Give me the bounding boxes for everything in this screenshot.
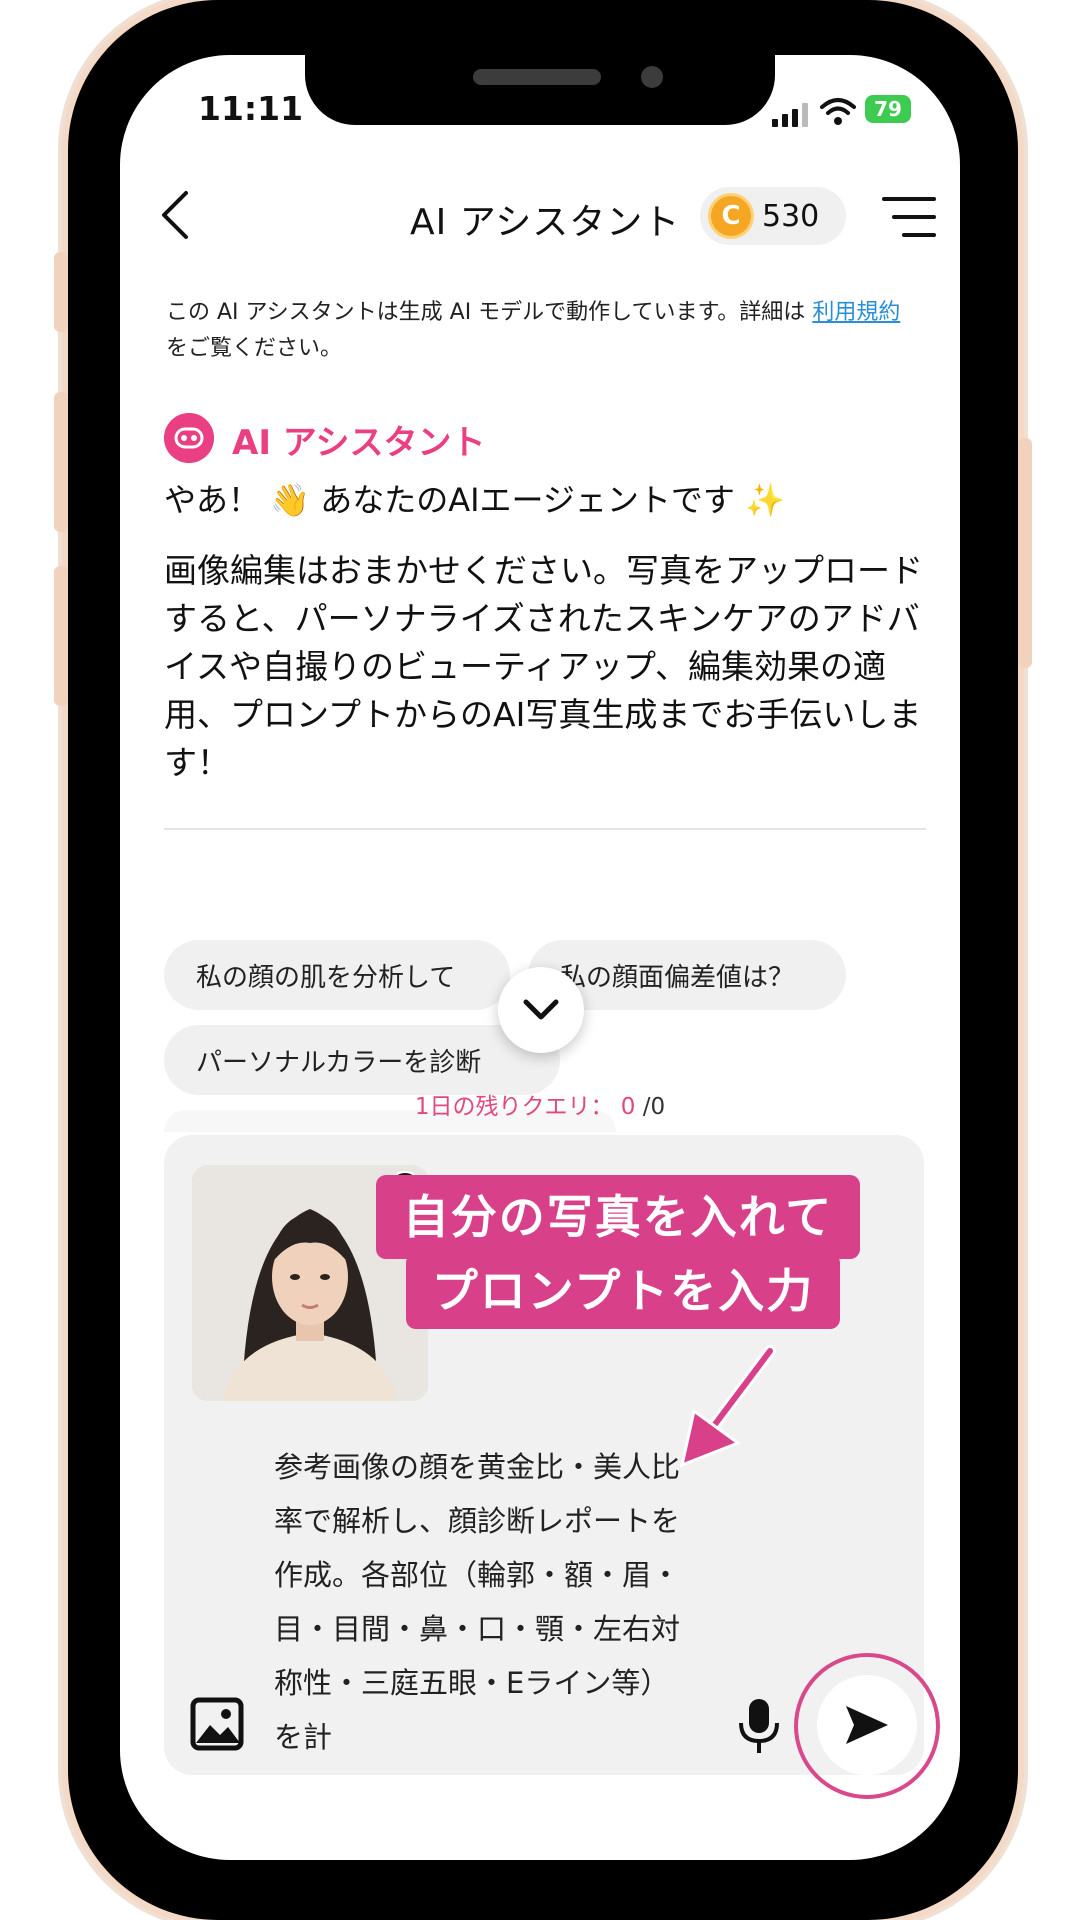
phone-screen: 11:11 79 AI アシスタント C 530 この AI アシスタントは生成…	[120, 55, 960, 1860]
suggestion-label: パーソナルカラーを診断	[196, 1047, 482, 1078]
disclaimer-text: この AI アシスタントは生成 AI モデルで動作しています。詳細は	[166, 300, 813, 325]
suggestion-chip-color[interactable]: パーソナルカラーを診断	[164, 1025, 560, 1095]
robot-icon	[164, 413, 214, 463]
speaker	[473, 69, 601, 85]
side-button-left-1	[54, 252, 68, 332]
battery-level: 79	[874, 97, 902, 121]
microphone-icon[interactable]	[737, 1697, 781, 1755]
wifi-icon	[820, 98, 856, 125]
coin-count: 530	[762, 198, 820, 234]
suggestion-label: 私の顔面偏差値は？	[560, 962, 795, 993]
callout-arrow	[679, 1345, 776, 1468]
send-button[interactable]	[817, 1675, 917, 1775]
assistant-greeting: やあ！ 👋 あなたのAIエージェントです ✨	[164, 481, 785, 519]
status-time: 11:11	[198, 89, 304, 128]
disclaimer: この AI アシスタントは生成 AI モデルで動作しています。詳細は 利用規約 …	[166, 295, 926, 367]
assistant-intro: 画像編集はおまかせください。写真をアップロードすると、パーソナライズされたスキン…	[164, 551, 923, 782]
battery-icon: 79	[865, 95, 911, 123]
back-icon[interactable]	[156, 185, 196, 245]
coin-symbol: C	[721, 201, 741, 231]
suggestion-label: 私の顔の肌を分析して	[196, 962, 456, 993]
quota-total: /0	[642, 1094, 666, 1120]
send-icon	[846, 1706, 888, 1744]
callout-line-1: 自分の写真を入れて	[376, 1175, 860, 1259]
assistant-name: AI アシスタント	[232, 423, 486, 463]
callout-line-2: プロンプトを入力	[406, 1253, 840, 1329]
callout-line-2-text: プロンプトを入力	[431, 1264, 815, 1318]
side-button-left-2	[54, 392, 68, 532]
quota-label: 1日の残りクエリ：	[414, 1094, 614, 1120]
disclaimer-suffix: をご覧ください。	[166, 336, 343, 361]
notch	[305, 55, 775, 125]
chevron-down-icon	[523, 999, 559, 1020]
page-title: AI アシスタント	[410, 202, 681, 243]
coin-balance[interactable]: C 530	[700, 187, 846, 245]
quota-remaining: 0	[620, 1094, 636, 1120]
prompt-input[interactable]: 参考画像の顔を黄金比・美人比率で解析し、顔診断レポートを作成。各部位（輪郭・額・…	[274, 1440, 694, 1764]
menu-icon[interactable]	[882, 195, 936, 239]
divider	[164, 828, 926, 830]
side-button-left-3	[54, 566, 68, 706]
callout-line-1-text: 自分の写真を入れて	[402, 1190, 834, 1244]
signal-icon	[772, 103, 808, 127]
side-button-right	[1018, 438, 1032, 668]
suggestion-chip-skin[interactable]: 私の顔の肌を分析して	[164, 940, 510, 1010]
query-quota: 1日の残りクエリ： 0 /0	[120, 1087, 960, 1121]
coin-icon: C	[708, 193, 754, 239]
scroll-down-button[interactable]	[498, 967, 584, 1053]
terms-link[interactable]: 利用規約	[812, 300, 900, 325]
front-camera	[641, 66, 663, 88]
image-icon[interactable]	[190, 1697, 244, 1751]
